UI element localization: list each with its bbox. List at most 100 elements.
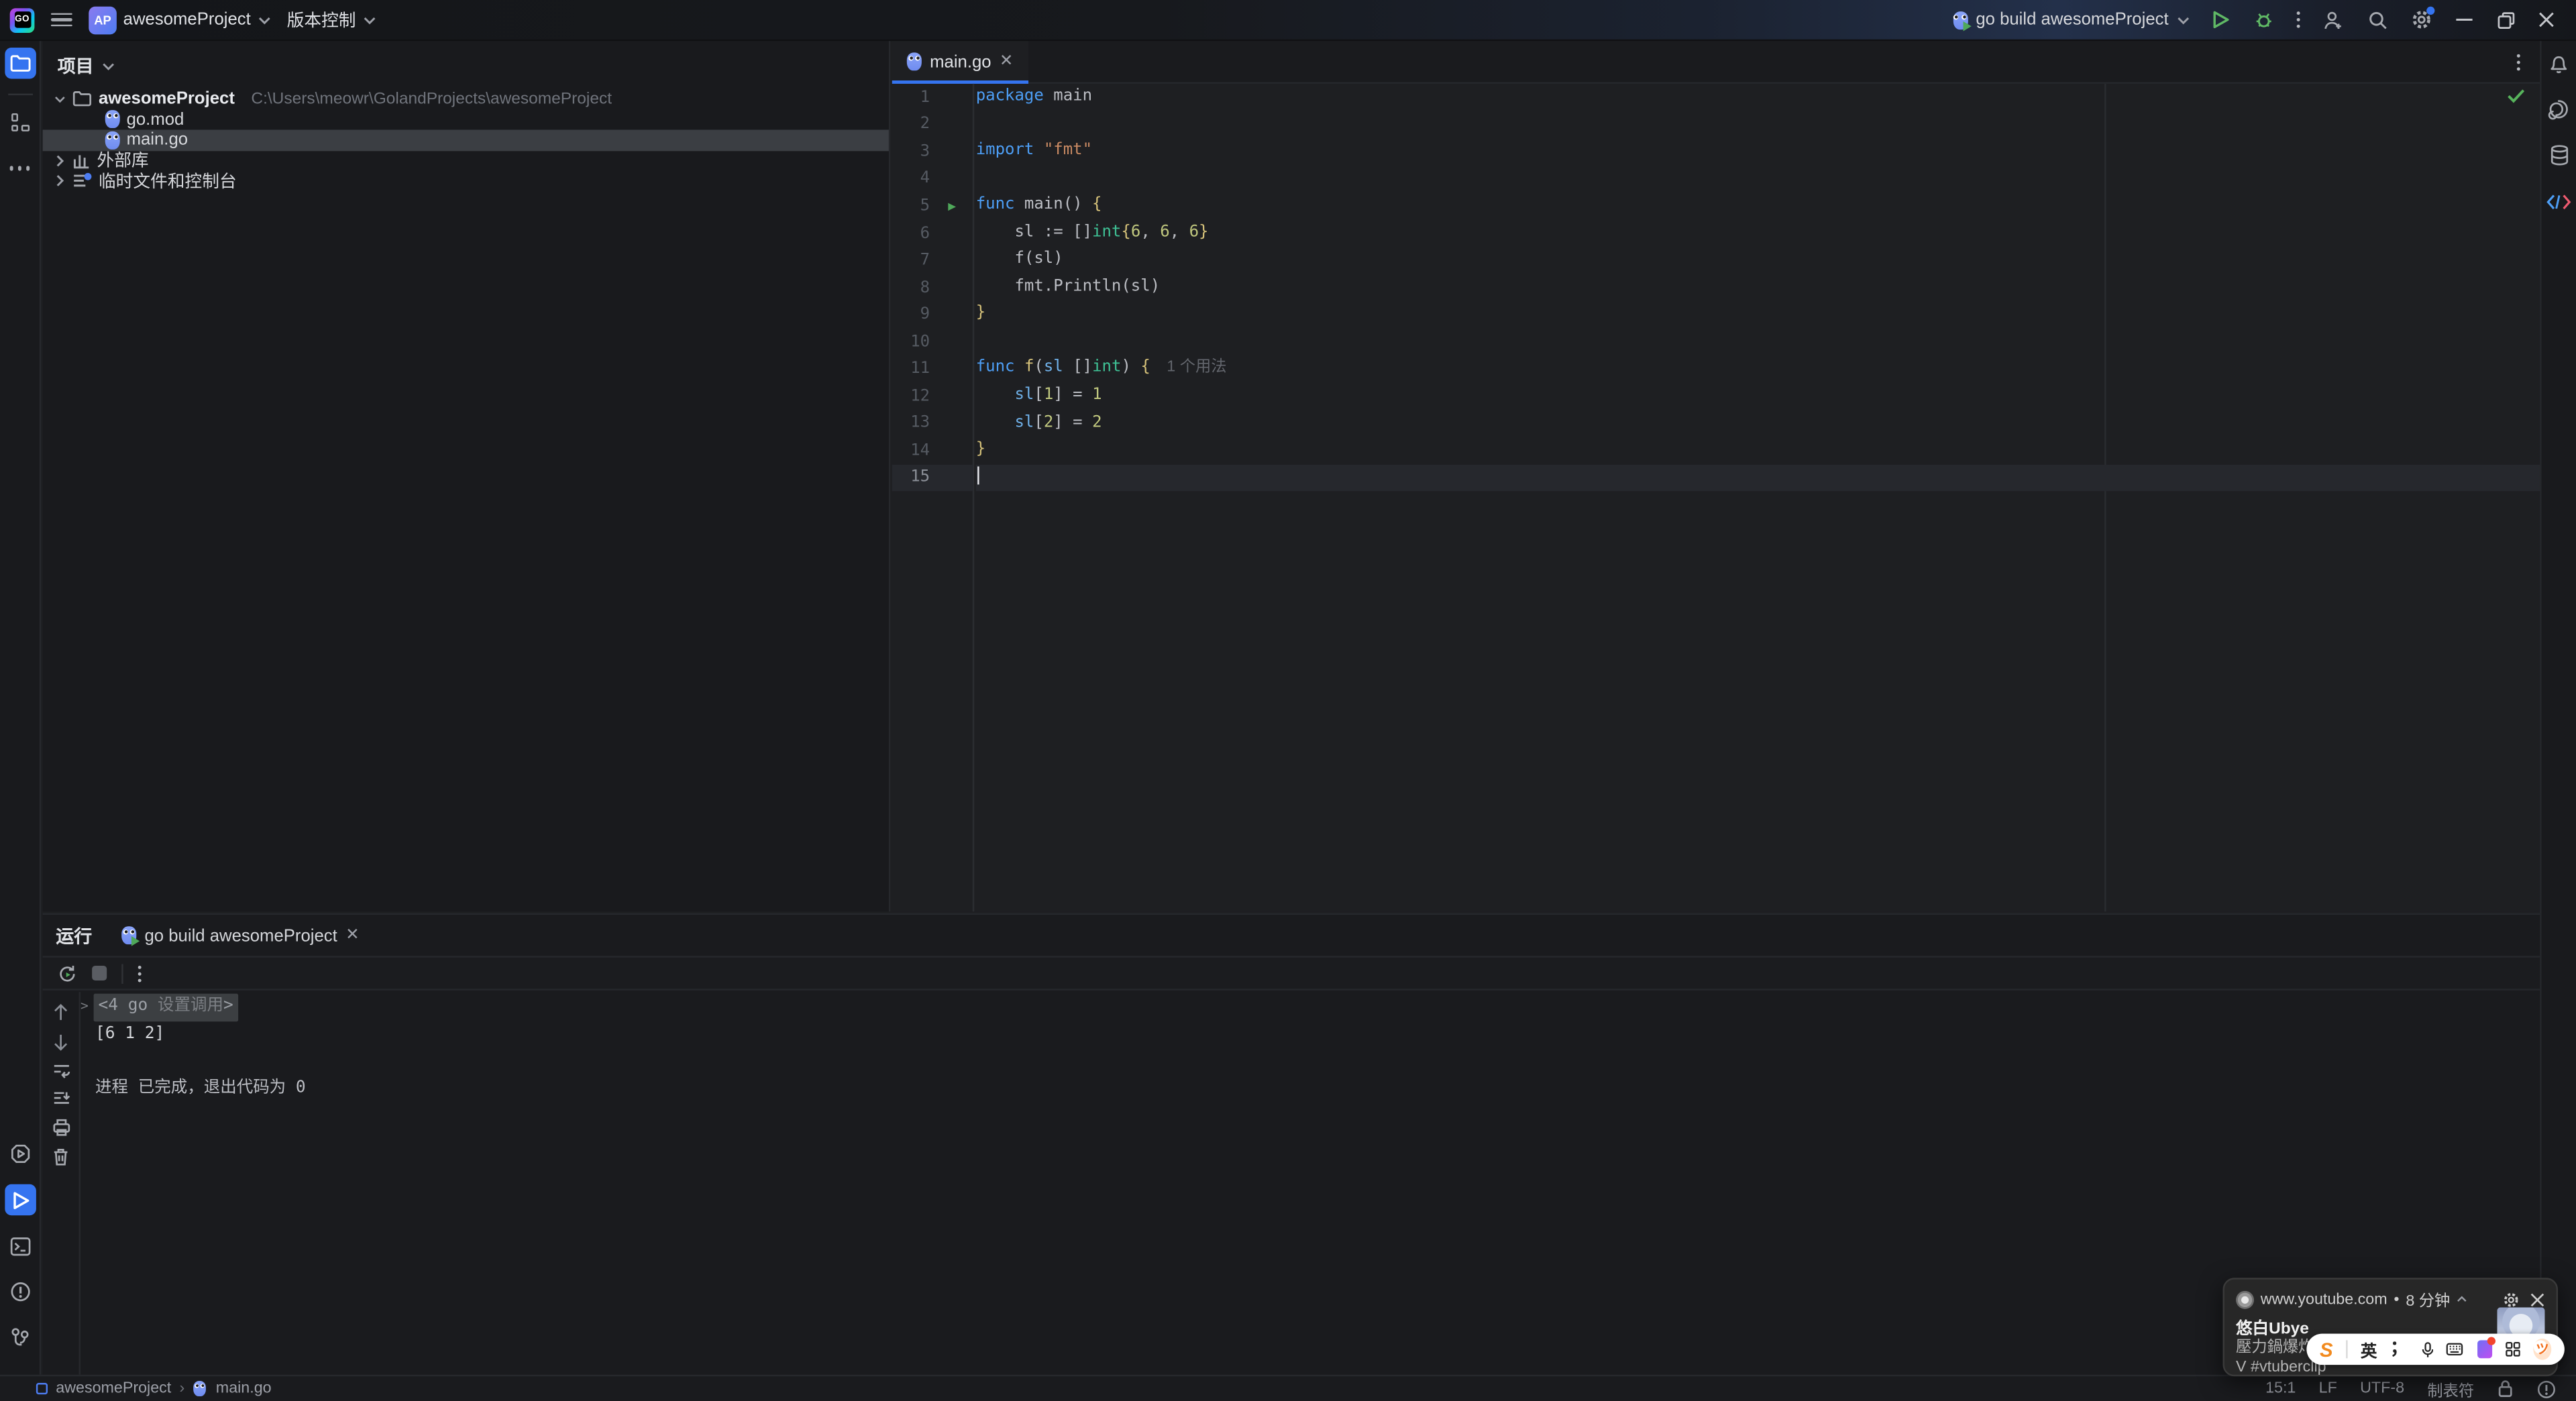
- tree-row-root[interactable]: awesomeProject C:\Users\meowr\GolandProj…: [43, 89, 889, 109]
- soft-wrap-button[interactable]: [50, 1060, 72, 1081]
- tree-row-gomod[interactable]: go.mod: [43, 109, 889, 130]
- run-gutter-icon[interactable]: ▶: [932, 199, 973, 213]
- vcs-widget[interactable]: 版本控制: [287, 7, 376, 32]
- ime-toolbar[interactable]: S 英 ； ツ: [2306, 1333, 2565, 1365]
- settings-button[interactable]: [2407, 5, 2436, 34]
- notification-close-icon[interactable]: [2530, 1292, 2544, 1306]
- editor-tab-maingo[interactable]: main.go ✕: [892, 41, 1028, 84]
- chevron-up-icon[interactable]: [2457, 1296, 2468, 1302]
- tool-problems-button[interactable]: [4, 1276, 36, 1308]
- code-line[interactable]: [976, 165, 2540, 192]
- code-plugin-button[interactable]: [2543, 186, 2575, 217]
- gutter-line[interactable]: 10: [892, 329, 973, 356]
- ime-logo[interactable]: S: [2320, 1339, 2333, 1359]
- editor-gutter[interactable]: 1 2 3 4 5 ▶ 6 7 8 9 10 11 12 13 14 15: [892, 83, 975, 912]
- gutter-line[interactable]: 6: [892, 220, 973, 247]
- gutter-line[interactable]: 13: [892, 410, 973, 437]
- readonly-lock-widget[interactable]: [2497, 1380, 2513, 1398]
- problems-widget[interactable]: [2536, 1379, 2556, 1398]
- keyboard-icon[interactable]: [2447, 1342, 2464, 1357]
- code-line[interactable]: f(sl): [976, 247, 2540, 274]
- ime-punctuation-toggle[interactable]: ；: [2390, 1340, 2408, 1357]
- gutter-line[interactable]: 9: [892, 301, 973, 329]
- gutter-line[interactable]: 3: [892, 138, 973, 166]
- code-line[interactable]: sl[1] = 1: [976, 383, 2540, 410]
- scroll-down-button[interactable]: [50, 1031, 72, 1052]
- more-tool-windows-button[interactable]: [4, 153, 36, 184]
- clear-all-button[interactable]: [50, 1145, 72, 1167]
- tool-project-button[interactable]: [4, 48, 36, 79]
- settings-call-link[interactable]: 设置调用: [158, 997, 223, 1015]
- gutter-line[interactable]: 5 ▶: [892, 192, 973, 220]
- breadcrumb-file[interactable]: main.go: [216, 1380, 272, 1398]
- tree-row-maingo[interactable]: main.go: [42, 129, 889, 151]
- gutter-line[interactable]: 12: [892, 383, 973, 410]
- tree-row-scratches[interactable]: 临时文件和控制台: [43, 171, 889, 192]
- tool-services-button[interactable]: [4, 1138, 36, 1170]
- console-command-line[interactable]: > <4 go 设置调用>: [80, 993, 2540, 1021]
- gutter-line[interactable]: 15: [892, 464, 973, 492]
- line-separator-widget[interactable]: LF: [2319, 1380, 2337, 1398]
- code-line[interactable]: func f(sl []int) {1 个用法: [976, 355, 2540, 383]
- main-menu-button[interactable]: [50, 12, 72, 27]
- rerun-button[interactable]: [56, 962, 77, 984]
- debug-button[interactable]: [2249, 5, 2279, 34]
- project-widget[interactable]: AP awesomeProject: [89, 5, 270, 34]
- tree-row-external-libs[interactable]: 外部库: [43, 150, 889, 171]
- notifications-button[interactable]: [2543, 48, 2575, 79]
- code-line[interactable]: sl := []int{6, 6, 6}: [976, 220, 2540, 247]
- close-button[interactable]: [2533, 7, 2559, 33]
- code-line[interactable]: func main() {: [976, 192, 2540, 220]
- ime-emoji-icon[interactable]: ツ: [2533, 1338, 2552, 1360]
- code-line[interactable]: import "fmt": [976, 138, 2540, 166]
- ai-assistant-button[interactable]: [2543, 94, 2575, 125]
- stop-button[interactable]: [89, 962, 110, 984]
- tool-terminal-button[interactable]: [4, 1230, 36, 1262]
- notification-settings-icon[interactable]: [2502, 1290, 2520, 1308]
- code-line[interactable]: [976, 329, 2540, 356]
- ime-skin-icon[interactable]: [2476, 1337, 2496, 1359]
- microphone-icon[interactable]: [2421, 1339, 2434, 1359]
- tool-structure-button[interactable]: [4, 107, 36, 138]
- code-line[interactable]: [975, 464, 2540, 492]
- editor-code[interactable]: package main import "fmt" func main() { sl…: [975, 84, 2540, 911]
- gutter-line[interactable]: 4: [892, 165, 973, 192]
- inspections-ok-icon[interactable]: [2507, 89, 2525, 103]
- run-tab-close-icon[interactable]: ✕: [345, 926, 360, 943]
- gutter-line[interactable]: 7: [892, 247, 973, 274]
- database-button[interactable]: [2543, 139, 2575, 171]
- gutter-line[interactable]: 11: [892, 355, 973, 383]
- encoding-widget[interactable]: UTF-8: [2360, 1380, 2404, 1398]
- run-button[interactable]: [2205, 5, 2235, 34]
- command-chip[interactable]: <4 go 设置调用>: [93, 993, 239, 1021]
- breadcrumb-project[interactable]: awesomeProject: [56, 1380, 171, 1398]
- usages-inlay-hint[interactable]: 1 个用法: [1167, 359, 1226, 377]
- code-with-me-button[interactable]: [2318, 5, 2348, 34]
- code-line[interactable]: sl[2] = 2: [976, 410, 2540, 437]
- console-output[interactable]: > <4 go 设置调用> [6 1 2] 进程 已完成，退出代码为 0: [80, 993, 2540, 1103]
- code-line[interactable]: fmt.Println(sl): [976, 274, 2540, 302]
- gutter-line[interactable]: 1: [892, 84, 973, 111]
- code-line[interactable]: package main: [976, 84, 2540, 111]
- restore-button[interactable]: [2492, 7, 2518, 33]
- run-tab[interactable]: go build awesomeProject ✕: [109, 915, 381, 956]
- code-line[interactable]: }: [976, 301, 2540, 329]
- print-button[interactable]: [50, 1117, 72, 1138]
- tab-close-icon[interactable]: ✕: [1000, 52, 1014, 70]
- editor-options-button[interactable]: [2514, 51, 2524, 74]
- code-area[interactable]: 1 2 3 4 5 ▶ 6 7 8 9 10 11 12 13 14 15 package main impor…: [892, 83, 2540, 912]
- gutter-line[interactable]: 14: [892, 437, 973, 465]
- project-panel-header[interactable]: 项目: [43, 41, 889, 89]
- ime-language-toggle[interactable]: 英: [2361, 1337, 2377, 1361]
- run-more-options-button[interactable]: [135, 962, 145, 985]
- more-actions-button[interactable]: [2294, 8, 2304, 31]
- search-everywhere-button[interactable]: [2363, 5, 2392, 34]
- tool-git-button[interactable]: [4, 1322, 36, 1353]
- gutter-line[interactable]: 2: [892, 111, 973, 138]
- minimize-button[interactable]: [2451, 7, 2477, 33]
- tool-run-button[interactable]: [4, 1184, 36, 1216]
- scroll-to-end-button[interactable]: [50, 1088, 72, 1109]
- scroll-up-button[interactable]: [50, 1002, 72, 1023]
- ime-apps-grid-icon[interactable]: [2505, 1340, 2520, 1358]
- code-line[interactable]: }: [976, 437, 2540, 465]
